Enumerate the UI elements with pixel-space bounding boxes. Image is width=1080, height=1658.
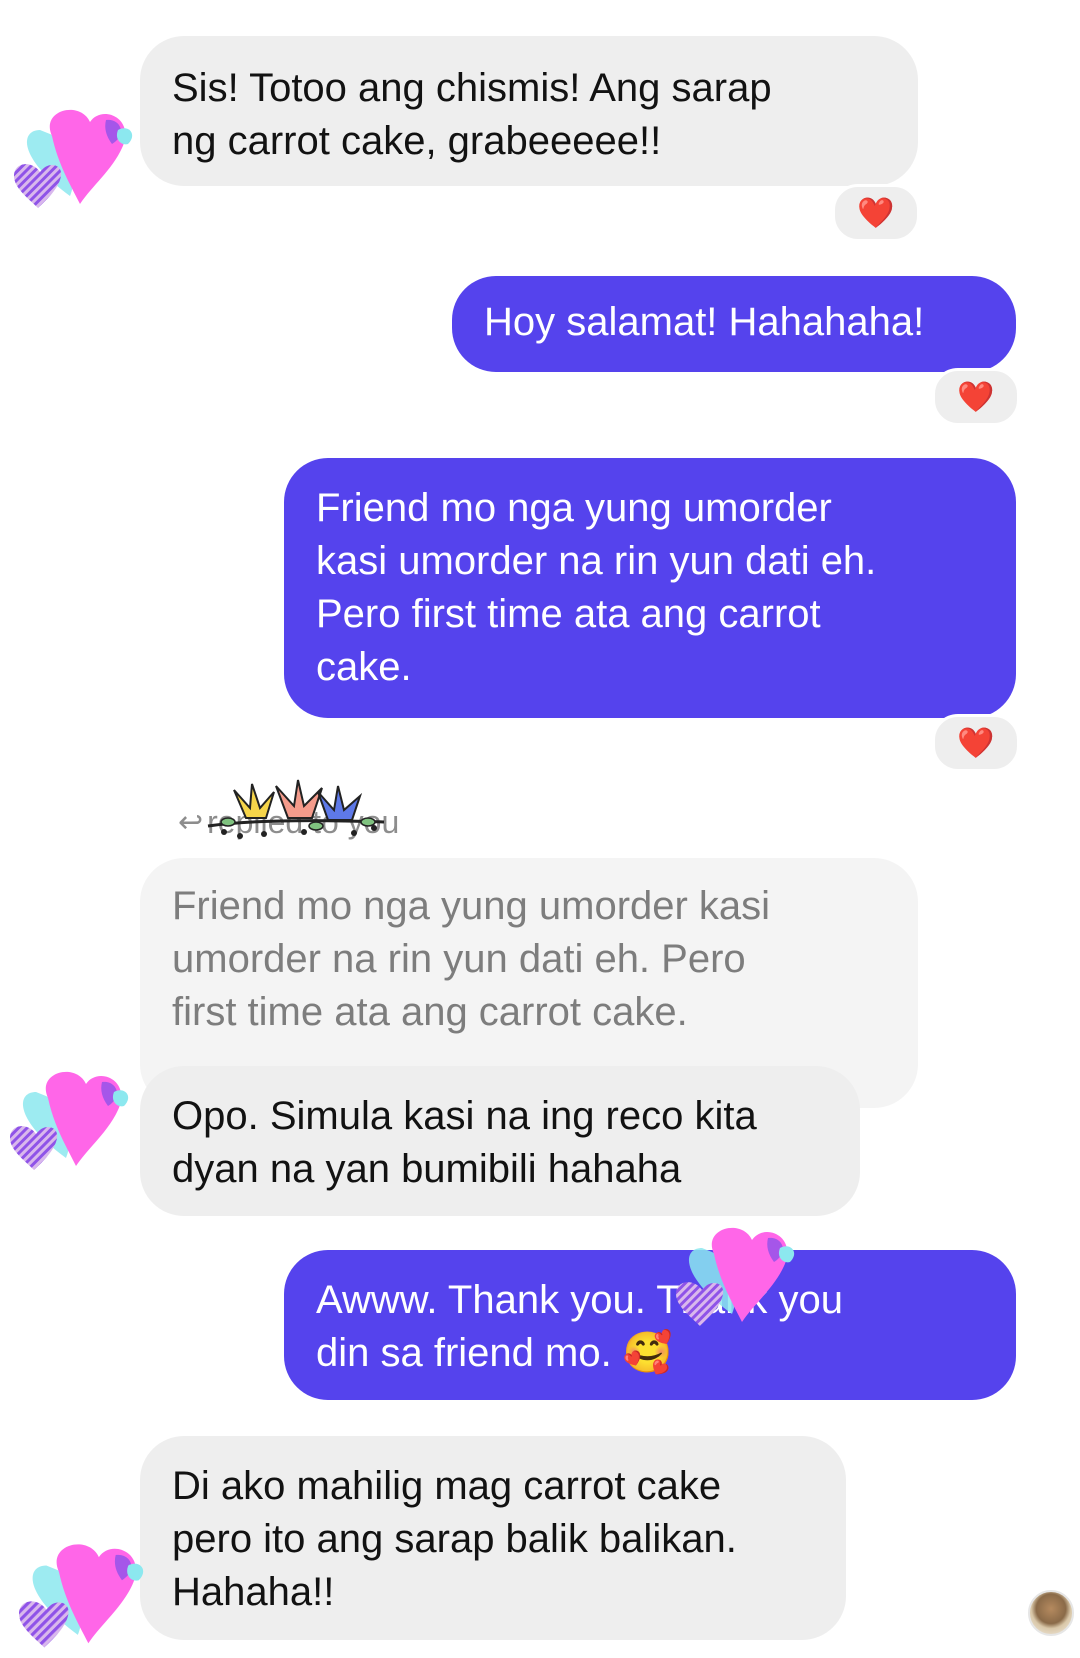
- message-text: Opo. Simula kasi na ing reco kita dyan n…: [172, 1094, 757, 1191]
- message-text: Hoy salamat! Hahahaha!: [484, 300, 925, 344]
- heart-reaction-icon: ❤️: [957, 380, 995, 414]
- heart-reaction-icon: ❤️: [957, 726, 995, 760]
- heart-reaction-icon: ❤️: [857, 196, 895, 230]
- reply-arrow-icon: ↩: [178, 805, 204, 839]
- heart-sticker-icon: [14, 109, 133, 208]
- message-text: Friend mo nga yung umorder kasi umorder …: [316, 486, 877, 689]
- outgoing-message-bubble[interactable]: Friend mo nga yung umorder kasi umorder …: [284, 458, 1016, 718]
- incoming-message-bubble[interactable]: Sis! Totoo ang chismis! Ang sarap ng car…: [140, 36, 918, 186]
- heart-sticker-icon: [19, 1544, 144, 1648]
- heart-sticker-icon: [676, 1227, 795, 1326]
- outgoing-message-bubble[interactable]: Awww. Thank you. Thank you din sa friend…: [284, 1250, 1016, 1400]
- outgoing-message-bubble[interactable]: Hoy salamat! Hahahaha!: [452, 276, 1016, 372]
- heart-reaction[interactable]: ❤️: [932, 368, 1020, 426]
- heart-reaction[interactable]: ❤️: [832, 184, 920, 242]
- heart-sticker-icon: [10, 1071, 129, 1170]
- quoted-message-text: Friend mo nga yung umorder kasi umorder …: [172, 884, 771, 1034]
- message-text: Di ako mahilig mag carrot cake pero ito …: [172, 1464, 737, 1614]
- seen-avatar: [1028, 1590, 1074, 1636]
- heart-reaction[interactable]: ❤️: [932, 714, 1020, 772]
- flower-sticker-icon: [207, 779, 385, 839]
- incoming-message-bubble[interactable]: Di ako mahilig mag carrot cake pero ito …: [140, 1436, 846, 1640]
- incoming-message-bubble[interactable]: Opo. Simula kasi na ing reco kita dyan n…: [140, 1066, 860, 1216]
- message-text: Awww. Thank you. Thank you din sa friend…: [316, 1278, 843, 1375]
- message-text: Sis! Totoo ang chismis! Ang sarap ng car…: [172, 66, 772, 163]
